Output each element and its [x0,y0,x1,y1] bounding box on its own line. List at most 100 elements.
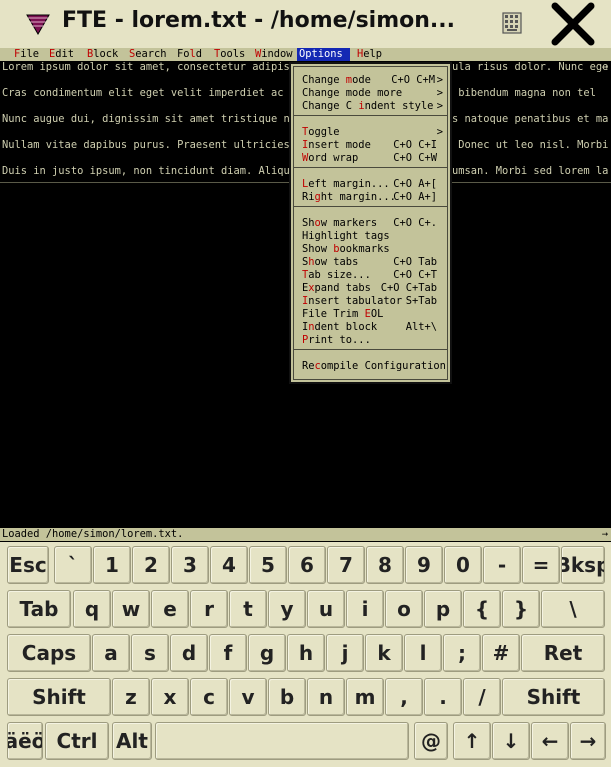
key-return[interactable]: Ret [521,634,605,672]
key-w[interactable]: w [112,590,150,628]
menu-item-insert-tabulator[interactable]: Insert tabulator S+Tab [302,295,441,308]
key-alt[interactable]: Alt [112,722,152,760]
key-label: / [478,685,486,709]
key-0[interactable]: 0 [444,546,482,584]
key-shift[interactable]: Shift [7,678,111,716]
key-m[interactable]: m [346,678,384,716]
key-k[interactable]: k [365,634,403,672]
key-b[interactable]: b [268,678,306,716]
menu-item-right-margin[interactable]: Right margin... C+O A+] [302,191,441,204]
key-semicolon[interactable]: ; [443,634,481,672]
key-y[interactable]: y [268,590,306,628]
key-minus[interactable]: - [483,546,521,584]
key-l[interactable]: l [404,634,442,672]
key-f[interactable]: f [209,634,247,672]
label-part: nsert tabulator [308,295,403,307]
key-8[interactable]: 8 [366,546,404,584]
key-space[interactable] [155,722,409,760]
key-j[interactable]: j [326,634,364,672]
menu-item-show-tabs[interactable]: Show tabs C+O Tab [302,256,441,269]
close-icon[interactable] [550,2,596,46]
key-caps-lock[interactable]: Caps [7,634,91,672]
key-g[interactable]: g [248,634,286,672]
key-umlaut[interactable]: äëö [7,722,43,760]
menu-item-left-margin[interactable]: Left margin... C+O A+[ [302,178,441,191]
key-right-arrow[interactable]: → [570,722,606,760]
key-e[interactable]: e [151,590,189,628]
key-z[interactable]: z [112,678,150,716]
key-t[interactable]: t [229,590,267,628]
key-label: d [181,641,197,665]
key-h[interactable]: h [287,634,325,672]
key-right-brace[interactable]: } [502,590,540,628]
key-q[interactable]: q [73,590,111,628]
menu-help[interactable]: Help [355,48,385,61]
menu-item-insert-mode[interactable]: Insert mode C+O C+I [302,139,441,152]
menu-item-file-trim-eol[interactable]: File Trim EOL [302,308,441,321]
key-backtick[interactable]: ` [54,546,92,584]
key-1[interactable]: 1 [93,546,131,584]
key-n[interactable]: n [307,678,345,716]
menu-item-word-wrap[interactable]: Word wrap C+O C+W [302,152,441,165]
menu-block[interactable]: Block [85,48,118,61]
key-x[interactable]: x [151,678,189,716]
menu-tools[interactable]: Tools [212,48,245,61]
key-c[interactable]: c [190,678,228,716]
menu-item-highlight-tags[interactable]: Highlight tags [302,230,441,243]
key-5[interactable]: 5 [249,546,287,584]
key-at[interactable]: @ [414,722,448,760]
menu-item-recompile-configuration[interactable]: Recompile Configuration [302,360,446,373]
menu-shortcut: C+O Tab [393,256,437,268]
key-r[interactable]: r [190,590,228,628]
menu-item-show-bookmarks[interactable]: Show bookmarks [302,243,441,256]
menu-edit[interactable]: Edit [47,48,77,61]
menu-options[interactable]: Options [297,48,350,61]
key-left-arrow[interactable]: ← [531,722,569,760]
key-7[interactable]: 7 [327,546,365,584]
menu-item-expand-tabs[interactable]: Expand tabs C+O C+Tab [302,282,441,295]
key-slash[interactable]: / [463,678,501,716]
key-hash[interactable]: # [482,634,520,672]
fte-app-icon[interactable] [26,13,50,35]
key-d[interactable]: d [170,634,208,672]
menu-search[interactable]: Search [127,48,167,61]
menu-item-tab-size[interactable]: Tab size... C+O C+T [302,269,441,282]
key-4[interactable]: 4 [210,546,248,584]
menu-item-change-mode[interactable]: Change mode C+O C+M > [302,74,443,87]
menu-item-indent-block[interactable]: Indent block Alt+\ [302,321,441,334]
menu-item-print-to[interactable]: Print to... [302,334,441,347]
key-period[interactable]: . [424,678,462,716]
key-backspace[interactable]: Bksp [561,546,605,584]
key-3[interactable]: 3 [171,546,209,584]
menu-item-change-c-indent-style[interactable]: Change C indent style > [302,100,443,113]
key-comma[interactable]: , [385,678,423,716]
key-2[interactable]: 2 [132,546,170,584]
menu-item-show-markers[interactable]: Show markers C+O C+. [302,217,441,230]
key-backslash[interactable]: \ [541,590,605,628]
menu-separator [294,206,447,207]
key-p[interactable]: p [424,590,462,628]
key-v[interactable]: v [229,678,267,716]
key-up-arrow[interactable]: ↑ [453,722,491,760]
menu-item-toggle[interactable]: Toggle > [302,126,443,139]
key-tab[interactable]: Tab [7,590,71,628]
key-s[interactable]: s [131,634,169,672]
key-escape[interactable]: Esc [7,546,49,584]
menu-fold[interactable]: Fold [175,48,203,61]
key-9[interactable]: 9 [405,546,443,584]
key-6[interactable]: 6 [288,546,326,584]
keyboard-icon[interactable] [500,12,524,34]
key-u[interactable]: u [307,590,345,628]
key-o[interactable]: o [385,590,423,628]
key-down-arrow[interactable]: ↓ [492,722,530,760]
key-a[interactable]: a [92,634,130,672]
key-shift[interactable]: Shift [502,678,605,716]
menu-file[interactable]: File [12,48,42,61]
key-ctrl[interactable]: Ctrl [45,722,109,760]
key-left-brace[interactable]: { [463,590,501,628]
menu-window[interactable]: Window [253,48,293,61]
key-equals[interactable]: = [522,546,560,584]
key-i[interactable]: i [346,590,384,628]
menu-item-change-mode-more[interactable]: Change mode more > [302,87,443,100]
editor-terminal[interactable]: File Edit Block Search Fold Tools Window Option… [0,48,611,542]
